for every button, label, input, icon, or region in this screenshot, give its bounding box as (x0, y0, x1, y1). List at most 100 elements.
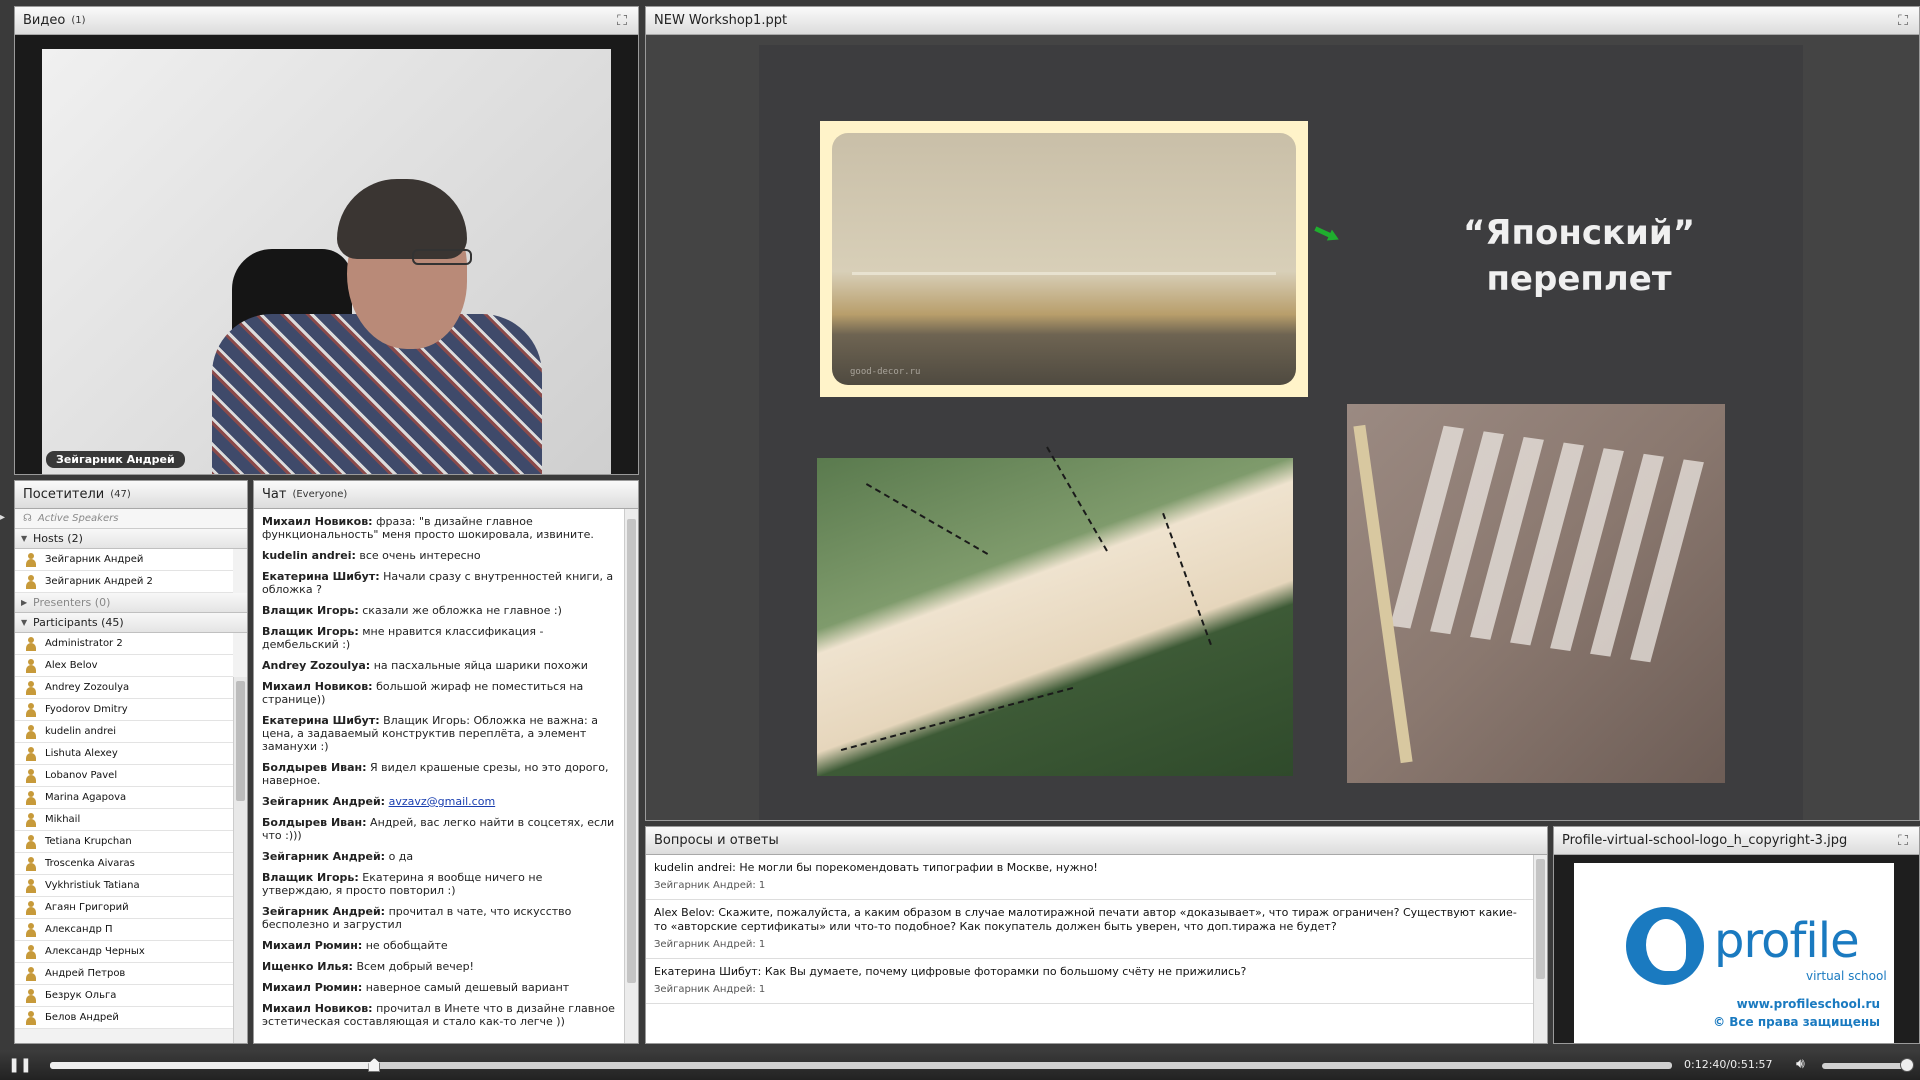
host-row[interactable]: Зейгарник Андрей (15, 549, 233, 571)
fullscreen-icon[interactable]: ⛶ (1895, 13, 1911, 29)
chat-message: Влащик Игорь: Екатерина я вообще ничего … (262, 871, 616, 897)
chat-email-link[interactable]: avzavz@gmail.com (389, 795, 496, 808)
chat-message: Зейгарник Андрей: о да (262, 850, 616, 863)
participant-row[interactable]: Andrey Zozoulya (15, 677, 233, 699)
participant-person-icon (25, 746, 37, 761)
participant-name: Andrey Zozoulya (45, 682, 130, 693)
participant-row[interactable]: Александр П (15, 919, 233, 941)
chat-message: Влащик Игорь: сказали же обложка не глав… (262, 604, 616, 617)
participant-row[interactable]: Белов Андрей (15, 1007, 233, 1029)
participant-row[interactable]: Tetiana Krupchan (15, 831, 233, 853)
participant-row[interactable]: Андрей Петров (15, 963, 233, 985)
participant-row[interactable]: Агаян Григорий (15, 897, 233, 919)
chat-scope[interactable]: (Everyone) (292, 489, 347, 500)
slide-background: good-decor.ru “Японский” переплет (646, 35, 1919, 820)
hosts-group-header[interactable]: ▼ Hosts (2) (15, 529, 247, 549)
attendees-scrollbar[interactable] (233, 677, 247, 1043)
chat-message: Зейгарник Андрей: прочитал в чате, что и… (262, 905, 616, 931)
chat-message: Andrey Zozoulya: на пасхальные яйца шари… (262, 659, 616, 672)
volume-slider[interactable] (1822, 1063, 1912, 1069)
participants-group-header[interactable]: ▼ Participants (45) (15, 613, 247, 633)
qa-item[interactable]: Екатерина Шибут: Как Вы думаете, почему … (646, 959, 1533, 1004)
attendees-pod-header: Посетители (47) (15, 481, 247, 509)
participant-row[interactable]: Vykhristiuk Tatiana (15, 875, 233, 897)
participant-person-icon (25, 834, 37, 849)
timeline-scrubber[interactable] (50, 1058, 1672, 1072)
logo-url: www.profileschool.ru (1736, 997, 1880, 1011)
participant-row[interactable]: Безрук Ольга (15, 985, 233, 1007)
chat-message-list: Михаил Новиков: фраза: "в дизайне главно… (254, 509, 624, 1043)
scrollbar-thumb[interactable] (1536, 859, 1545, 979)
qa-answer: Зейгарник Андрей: 1 (654, 984, 766, 995)
participant-row[interactable]: kudelin andrei (15, 721, 233, 743)
participant-name: Tetiana Krupchan (45, 836, 132, 847)
slide-title: “Японский” переплет (1419, 210, 1739, 302)
chat-scrollbar[interactable] (624, 509, 638, 1043)
participant-row[interactable]: Mikhail (15, 809, 233, 831)
qa-question: Екатерина Шибут: Как Вы думаете, почему … (654, 965, 1247, 978)
participant-person-icon (25, 680, 37, 695)
chat-message: Болдырев Иван: Я видел крашеные срезы, н… (262, 761, 616, 787)
participant-row[interactable]: Lishuta Alexey (15, 743, 233, 765)
chat-message: Михаил Новиков: фраза: "в дизайне главно… (262, 515, 616, 541)
logo-subtitle: virtual school (1806, 969, 1887, 983)
speaker-name-tag: Зейгарник Андрей (46, 451, 185, 468)
book-spine-stitching (852, 271, 1276, 296)
chat-message: Екатерина Шибут: Начали сразу с внутренн… (262, 570, 616, 596)
scrollbar-thumb[interactable] (236, 681, 245, 801)
participant-name: Marina Agapova (45, 792, 127, 803)
participant-row[interactable]: Marina Agapova (15, 787, 233, 809)
slide-title-line1: “Японский” (1462, 213, 1696, 253)
chat-author: Влащик Игорь: (262, 871, 359, 884)
qa-answer: Зейгарник Андрей: 1 (654, 880, 766, 891)
participant-person-icon (25, 768, 37, 783)
side-panel-toggle-icon[interactable]: ▸ (0, 512, 8, 528)
notebook-stitch (865, 483, 989, 555)
slide-title-line2: переплет (1486, 259, 1672, 299)
volume-knob[interactable] (1900, 1058, 1914, 1072)
host-name: Зейгарник Андрей (45, 554, 144, 565)
participant-row[interactable]: Lobanov Pavel (15, 765, 233, 787)
fullscreen-icon[interactable]: ⛶ (1895, 833, 1911, 849)
presentation-slide: good-decor.ru “Японский” переплет (759, 45, 1803, 820)
participant-person-icon (25, 1010, 37, 1025)
participant-name: Агаян Григорий (45, 902, 129, 913)
qa-scrollbar[interactable] (1533, 855, 1547, 1043)
scrollbar-thumb[interactable] (627, 519, 636, 983)
chat-author: Болдырев Иван: (262, 816, 367, 829)
chat-message: Ищенко Илья: Всем добрый вечер! (262, 960, 616, 973)
qa-title: Вопросы и ответы (654, 833, 779, 848)
chat-text: на пасхальные яйца шарики похожи (370, 659, 588, 672)
participant-person-icon (25, 988, 37, 1003)
qa-item[interactable]: kudelin andrei: Не могли бы порекомендов… (646, 855, 1533, 900)
active-speakers-row[interactable]: ☊ Active Speakers (15, 509, 247, 529)
cutout-window-grid (1380, 424, 1714, 664)
slide-image-notebooks (817, 446, 1293, 776)
expand-triangle-icon: ▼ (21, 534, 28, 543)
participant-row[interactable]: Fyodorov Dmitry (15, 699, 233, 721)
logo-image-area: profile virtual school www.profileschool… (1554, 855, 1919, 1043)
qa-item[interactable]: Alex Belov: Скажите, пожалуйста, а каким… (646, 900, 1533, 959)
chat-pod: Чат (Everyone) Михаил Новиков: фраза: "в… (253, 480, 639, 1044)
chat-message: Михаил Новиков: прочитал в Инете что в д… (262, 1002, 616, 1028)
participant-person-icon (25, 944, 37, 959)
share-title: NEW Workshop1.ppt (654, 13, 788, 28)
host-row[interactable]: Зейгарник Андрей 2 (15, 571, 233, 593)
pause-icon[interactable]: ❚❚ (0, 1057, 40, 1073)
presenters-group-header[interactable]: ▶ Presenters (0) (15, 593, 247, 613)
chat-author: Зейгарник Андрей: (262, 905, 386, 918)
participant-row[interactable]: Alex Belov (15, 655, 233, 677)
chat-message: Михаил Рюмин: наверное самый дешевый вар… (262, 981, 616, 994)
qa-pod: Вопросы и ответы kudelin andrei: Не могл… (645, 826, 1548, 1044)
chat-author: Andrey Zozoulya: (262, 659, 371, 672)
volume-icon[interactable]: 🔊︎ (1796, 1056, 1805, 1072)
qa-pod-header: Вопросы и ответы (646, 827, 1547, 855)
participant-row[interactable]: Troscenka Aivaras (15, 853, 233, 875)
participant-row[interactable]: Administrator 2 (15, 633, 233, 655)
chat-author: Екатерина Шибут: (262, 570, 380, 583)
timeline-playhead[interactable] (368, 1058, 381, 1072)
participant-name: Administrator 2 (45, 638, 123, 649)
participant-row[interactable]: Александр Черных (15, 941, 233, 963)
expand-triangle-icon: ▼ (21, 618, 28, 627)
fullscreen-icon[interactable]: ⛶ (614, 13, 630, 29)
